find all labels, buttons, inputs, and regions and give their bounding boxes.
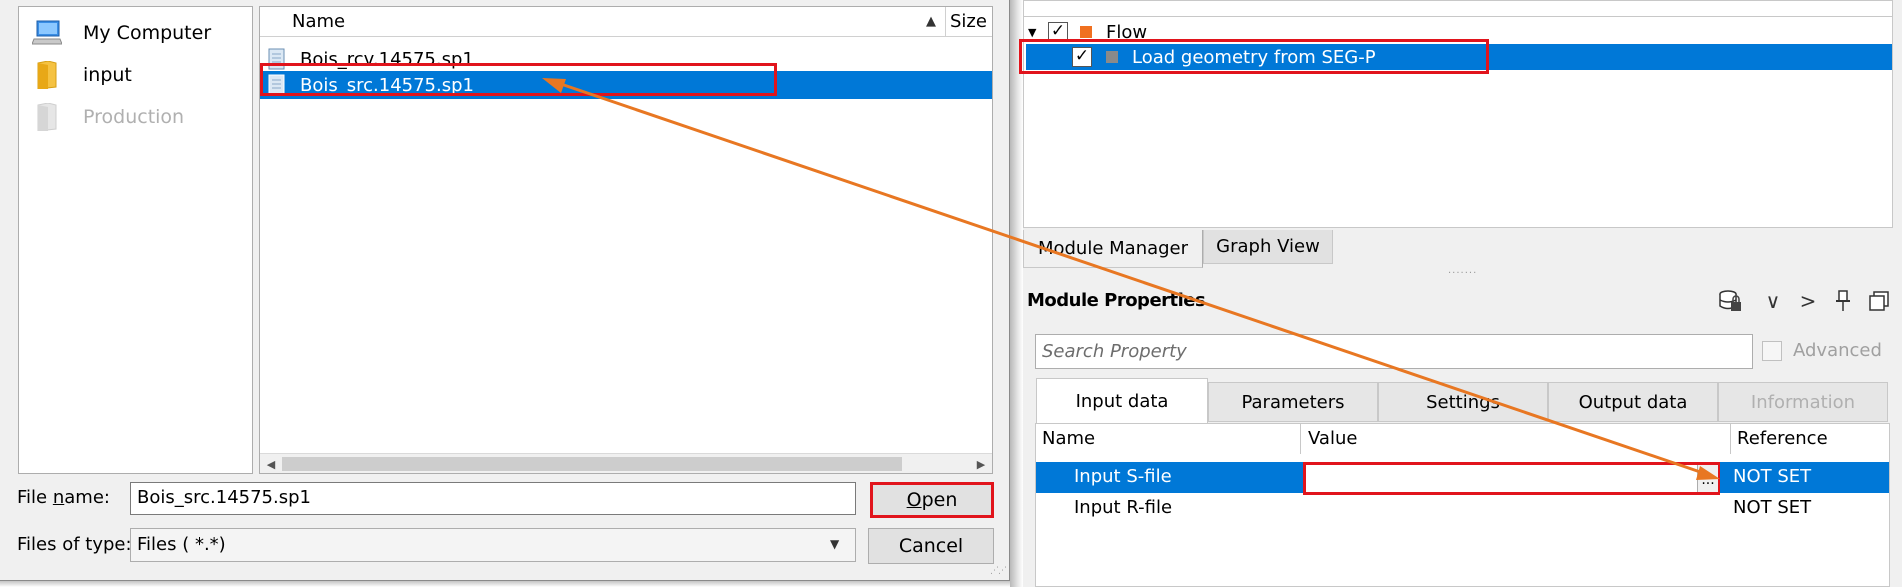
file-name-label: File name: (17, 487, 110, 508)
expand-arrow-icon[interactable]: ▼ (1028, 26, 1044, 39)
property-reference: NOT SET (1733, 497, 1812, 518)
browse-button[interactable]: ... (1697, 465, 1718, 492)
search-property-input[interactable]: Search Property (1035, 334, 1753, 369)
open-button[interactable]: Open (870, 482, 994, 518)
database-lock-icon[interactable] (1717, 288, 1743, 314)
tab-input-data[interactable]: Input data (1036, 378, 1208, 424)
place-label: My Computer (83, 22, 212, 44)
flow-tree (1023, 0, 1893, 228)
open-button-label: Open (906, 489, 958, 511)
restore-icon[interactable] (1866, 288, 1892, 314)
tab-parameters[interactable]: Parameters (1208, 382, 1378, 422)
highlight-selected-file (260, 63, 777, 96)
place-my-computer[interactable]: My Computer (19, 15, 252, 51)
column-separator[interactable] (1300, 424, 1301, 454)
scrollbar-thumb[interactable] (282, 457, 902, 471)
place-label: input (83, 64, 132, 86)
column-name-header[interactable]: Name (1038, 424, 1099, 454)
chevron-down-icon[interactable]: ▼ (830, 537, 839, 551)
column-size-header[interactable]: Size (950, 11, 987, 32)
pin-icon[interactable] (1830, 288, 1856, 314)
tab-settings[interactable]: Settings (1378, 382, 1548, 422)
column-reference-header[interactable]: Reference (1733, 424, 1832, 454)
highlight-load-geometry (1019, 39, 1489, 74)
advanced-checkbox[interactable] (1762, 341, 1782, 361)
property-name: Input S-file (1074, 466, 1172, 487)
folder-icon (31, 61, 63, 89)
computer-icon (31, 19, 63, 47)
scroll-left-icon[interactable]: ◀ (262, 456, 280, 472)
tab-module-manager[interactable]: Module Manager (1023, 230, 1203, 268)
files-of-type-label: Files of type: (17, 534, 132, 555)
column-separator[interactable] (1730, 424, 1731, 454)
property-table: Name Value Reference Input S-file NOT SE… (1035, 423, 1890, 587)
property-name: Input R-file (1074, 497, 1173, 518)
folder-icon (31, 103, 63, 131)
advanced-label: Advanced (1793, 340, 1882, 361)
tab-output-data[interactable]: Output data (1548, 382, 1718, 422)
input-s-file-value-field[interactable] (1303, 462, 1720, 495)
chevron-right-icon[interactable]: > (1795, 288, 1821, 314)
tab-information: Information (1718, 382, 1888, 422)
place-input[interactable]: input (19, 57, 252, 93)
horizontal-scrollbar[interactable]: ◀ ▶ (260, 453, 992, 473)
resize-grip-icon[interactable]: ⋰⋰ (990, 566, 1007, 578)
module-properties-title: Module Properties (1027, 290, 1206, 311)
table-row-input-r-file[interactable]: Input R-file NOT SET (1036, 493, 1889, 524)
files-of-type-select[interactable]: Files ( *.*) (130, 528, 856, 562)
places-panel: My Computer input Production (18, 6, 253, 474)
place-label: Production (83, 106, 185, 128)
place-production[interactable]: Production (19, 99, 252, 135)
dialog-shadow (1010, 0, 1023, 587)
column-separator[interactable] (945, 7, 946, 37)
cancel-button[interactable]: Cancel (868, 528, 994, 564)
column-name-header[interactable]: Name (292, 11, 345, 32)
column-value-header[interactable]: Value (1304, 424, 1361, 454)
file-name-input[interactable]: Bois_src.14575.sp1 (130, 482, 856, 515)
flow-color-square (1080, 26, 1092, 38)
tab-graph-view[interactable]: Graph View (1203, 230, 1333, 264)
splitter-handle[interactable]: ······· (1448, 268, 1477, 279)
sort-ascending-icon: ▲ (926, 14, 936, 29)
dialog-shadow (0, 581, 1010, 587)
chevron-down-icon[interactable]: ∨ (1760, 288, 1786, 314)
file-list-header: Name ▲ Size (260, 7, 992, 37)
tree-header-divider (1023, 16, 1893, 17)
property-reference: NOT SET (1733, 466, 1812, 487)
scroll-right-icon[interactable]: ▶ (972, 456, 990, 472)
